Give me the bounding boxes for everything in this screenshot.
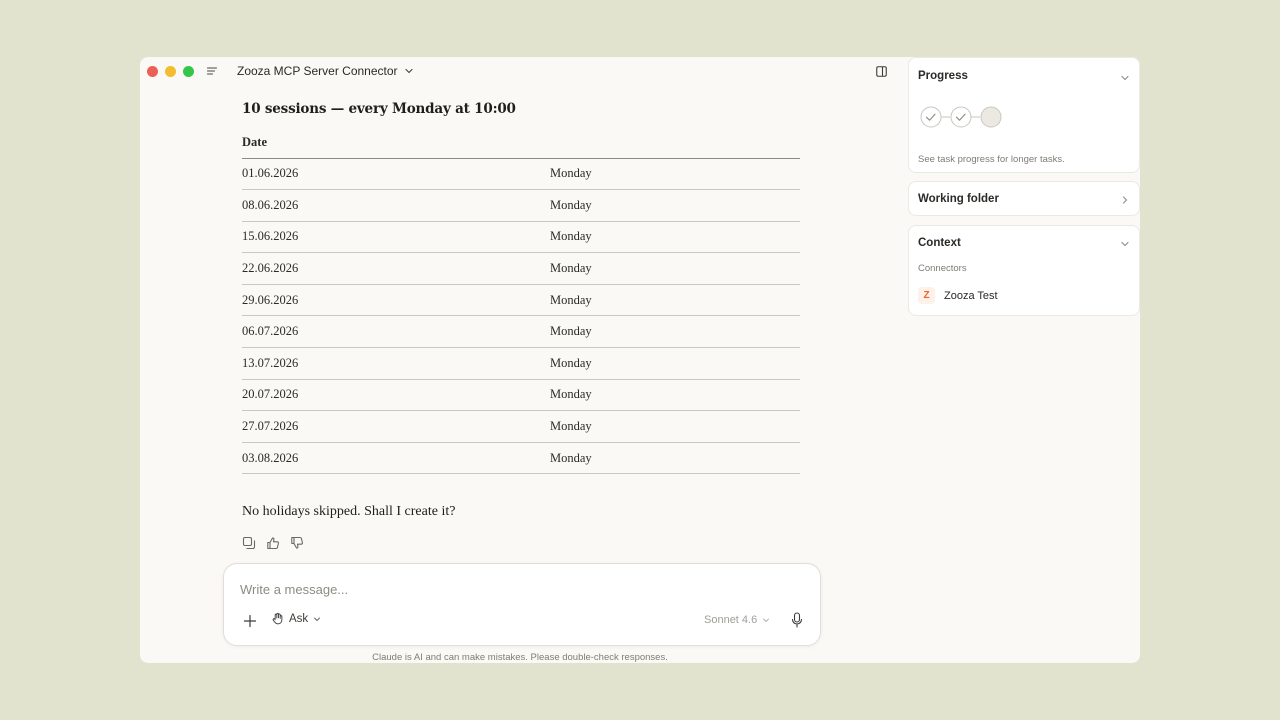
hand-icon [272, 612, 283, 625]
thumbs-up-icon [267, 537, 279, 550]
table-row: 06.07.2026 Monday [242, 315, 800, 349]
app-window: Zooza MCP Server Connector 10 sessions —… [140, 57, 1140, 663]
table-row: 03.08.2026 Monday [242, 442, 800, 475]
conversation-title: Zooza MCP Server Connector [237, 64, 398, 78]
connector-name: Zooza Test [944, 289, 998, 302]
chevron-down-icon [314, 617, 321, 621]
maximize-window-button[interactable] [183, 66, 194, 77]
weekday-cell: Monday [550, 284, 800, 317]
message-input[interactable] [240, 582, 800, 597]
thumbs-down-button[interactable] [290, 536, 304, 550]
table-row: 29.06.2026 Monday [242, 284, 800, 317]
date-cell: 27.07.2026 [242, 410, 550, 443]
thumbs-down-icon [291, 537, 303, 550]
disclaimer-text: Claude is AI and can make mistakes. Plea… [372, 652, 668, 663]
weekday-cell: Monday [550, 442, 800, 475]
date-cell: 03.08.2026 [242, 442, 550, 475]
date-cell: 29.06.2026 [242, 284, 550, 317]
message-closing-text: No holidays skipped. Shall I create it? [242, 504, 456, 520]
progress-title: Progress [918, 70, 968, 82]
connector-item[interactable]: Z Zooza Test [918, 287, 998, 304]
chevron-right-icon [1122, 196, 1128, 204]
zooza-logo-icon: Z [918, 287, 935, 304]
weekday-cell: Monday [550, 252, 800, 285]
working-folder-title: Working folder [918, 193, 999, 205]
chevron-down-icon [404, 68, 413, 74]
working-folder-card[interactable]: Working folder [908, 181, 1140, 216]
weekday-cell: Monday [550, 379, 800, 412]
close-window-button[interactable] [147, 66, 158, 77]
progress-step-3 [980, 106, 1002, 128]
table-row: 15.06.2026 Monday [242, 221, 800, 254]
progress-steps [920, 106, 1002, 128]
date-cell: 13.07.2026 [242, 347, 550, 380]
chevron-down-icon[interactable] [1120, 73, 1130, 83]
model-selector[interactable]: Sonnet 4.6 [704, 614, 770, 626]
context-title: Context [918, 237, 961, 249]
progress-step-1 [920, 106, 942, 128]
mode-label: Ask [289, 612, 309, 625]
chevron-down-icon [763, 618, 770, 623]
copy-button[interactable] [242, 536, 256, 550]
message-heading: 10 sessions — every Monday at 10:00 [242, 101, 516, 117]
progress-hint: See task progress for longer tasks. [918, 154, 1065, 165]
column-header-day [550, 131, 800, 159]
sessions-table: Date 01.06.2026 Monday 08.06.2026 Monday 15.… [242, 131, 800, 475]
table-row: 08.06.2026 Monday [242, 189, 800, 222]
date-cell: 06.07.2026 [242, 315, 550, 349]
weekday-cell: Monday [550, 221, 800, 254]
minimize-window-button[interactable] [165, 66, 176, 77]
table-row: 01.06.2026 Monday [242, 158, 800, 191]
menu-icon[interactable] [206, 65, 218, 77]
weekday-cell: Monday [550, 315, 800, 349]
date-cell: 15.06.2026 [242, 221, 550, 254]
context-card: Context Connectors Z Zooza Test [908, 225, 1140, 316]
weekday-cell: Monday [550, 158, 800, 191]
table-row: 20.07.2026 Monday [242, 379, 800, 412]
assistant-message: 10 sessions — every Monday at 10:00 Date… [242, 101, 802, 550]
title-bar: Zooza MCP Server Connector [140, 57, 900, 85]
progress-card: Progress See task progress for longer ta… [908, 57, 1140, 173]
table-row: 13.07.2026 Monday [242, 347, 800, 380]
connectors-label: Connectors [918, 263, 967, 274]
sidebar-toggle-icon[interactable] [876, 66, 887, 77]
conversation-title-menu[interactable]: Zooza MCP Server Connector [237, 64, 414, 78]
weekday-cell: Monday [550, 189, 800, 222]
table-row: 27.07.2026 Monday [242, 410, 800, 443]
mode-selector[interactable]: Ask [271, 612, 321, 625]
copy-icon [242, 537, 256, 550]
right-sidebar: Progress See task progress for longer ta… [907, 57, 1140, 663]
column-header-date: Date [242, 131, 550, 159]
plus-icon[interactable] [243, 614, 257, 628]
date-cell: 08.06.2026 [242, 189, 550, 222]
weekday-cell: Monday [550, 410, 800, 443]
microphone-icon[interactable] [790, 612, 804, 628]
message-composer: Ask Sonnet 4.6 [223, 563, 821, 646]
weekday-cell: Monday [550, 347, 800, 380]
table-header-row: Date [242, 131, 800, 159]
message-actions [242, 536, 802, 550]
date-cell: 20.07.2026 [242, 379, 550, 412]
date-cell: 22.06.2026 [242, 252, 550, 285]
table-row: 22.06.2026 Monday [242, 252, 800, 285]
chevron-down-icon[interactable] [1120, 239, 1130, 249]
date-cell: 01.06.2026 [242, 158, 550, 191]
model-label: Sonnet 4.6 [704, 614, 758, 626]
progress-step-2 [950, 106, 972, 128]
thumbs-up-button[interactable] [266, 536, 280, 550]
